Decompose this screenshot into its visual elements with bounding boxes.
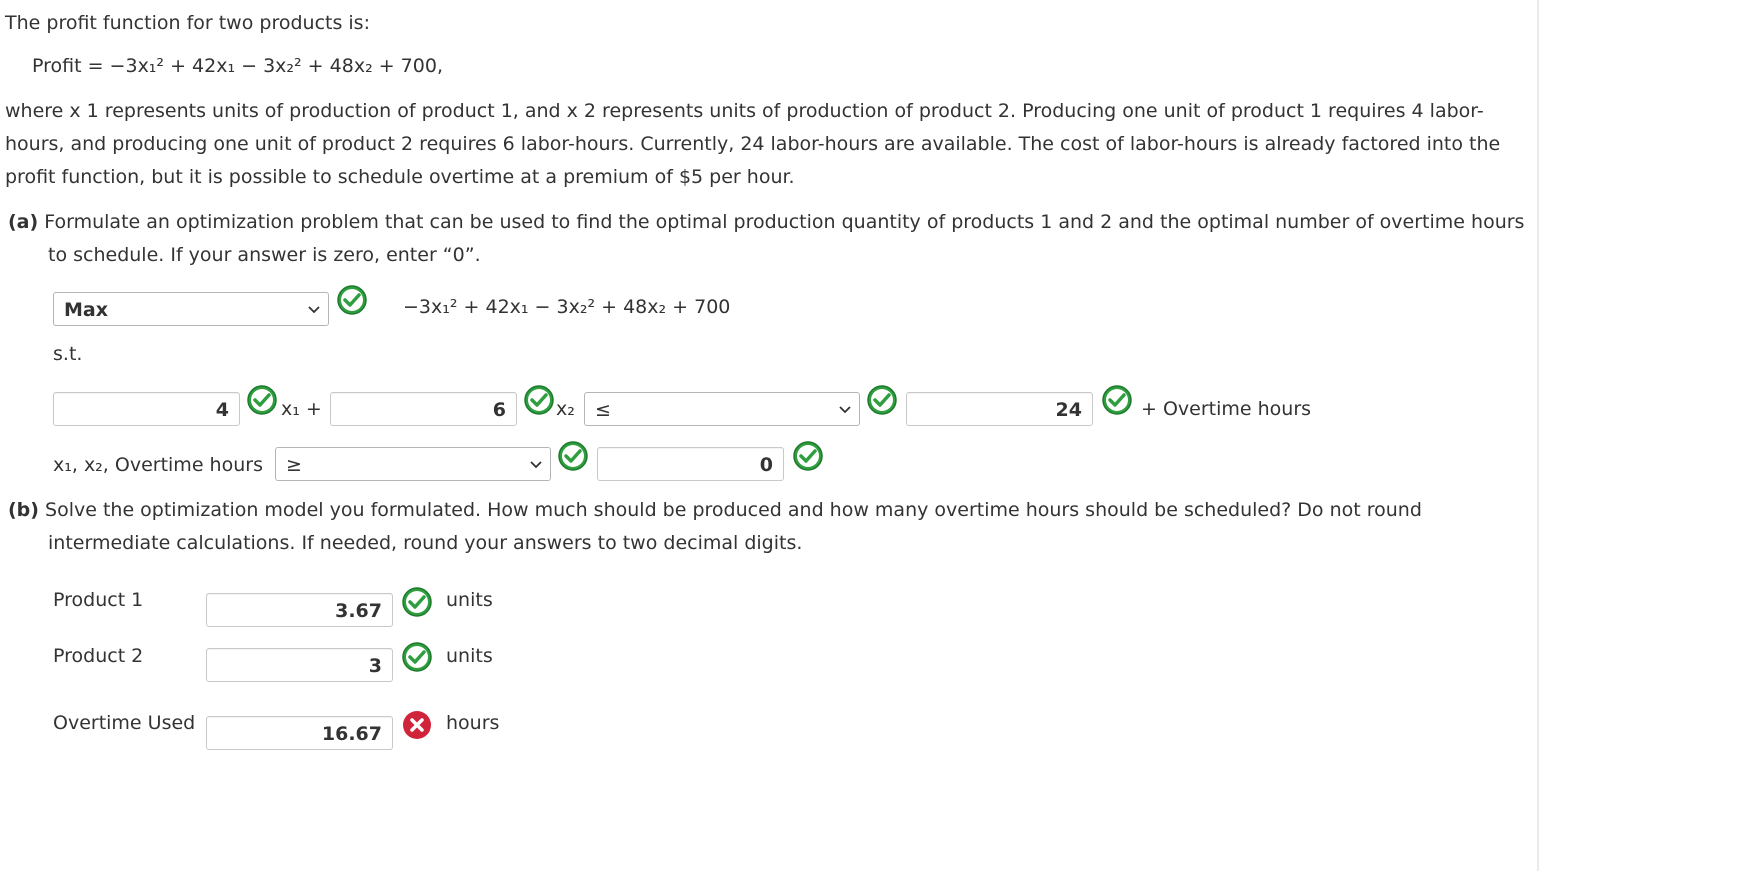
overtime-input[interactable]: 16.67 — [206, 716, 393, 750]
product2-label: Product 2 — [53, 645, 144, 667]
nonneg-rhs-input[interactable]: 0 — [597, 447, 784, 481]
product1-label: Product 1 — [53, 589, 144, 611]
nonneg-relation-select[interactable]: ≥ — [275, 447, 551, 481]
check-icon — [558, 441, 588, 471]
check-icon — [867, 385, 897, 415]
product2-value: 3 — [368, 655, 382, 677]
check-icon — [524, 385, 554, 415]
error-x-icon — [403, 711, 431, 739]
x2-label: x₂ — [556, 398, 575, 420]
st-label: s.t. — [53, 343, 83, 365]
check-icon — [402, 587, 432, 617]
product2-input[interactable]: 3 — [206, 648, 393, 682]
product2-unit: units — [446, 645, 493, 667]
nonneg-vars-label: x₁, x₂, Overtime hours — [53, 454, 263, 476]
right-divider — [1537, 0, 1539, 871]
coef-x1-input[interactable]: 4 — [53, 392, 240, 426]
overtime-label: Overtime Used — [53, 712, 196, 734]
check-icon — [1102, 385, 1132, 415]
part-b-text: Solve the optimization model you formula… — [45, 499, 1422, 554]
overtime-unit: hours — [446, 712, 500, 734]
objective-select[interactable]: Max — [53, 292, 329, 326]
objective-expression: −3x₁² + 42x₁ − 3x₂² + 48x₂ + 700 — [403, 296, 731, 318]
check-icon — [337, 285, 367, 315]
check-icon — [402, 642, 432, 672]
profit-equation: Profit = −3x₁² + 42x₁ − 3x₂² + 48x₂ + 70… — [32, 55, 443, 77]
product1-unit: units — [446, 589, 493, 611]
part-b-prompt: (b) Solve the optimization model you for… — [8, 494, 1538, 560]
intro-line: The profit function for two products is: — [5, 12, 370, 34]
part-b-tag: (b) — [8, 499, 39, 521]
constraint-rhs-value: 24 — [1055, 399, 1082, 421]
x1-plus-label: x₁ + — [281, 398, 322, 420]
overtime-value: 16.67 — [321, 723, 382, 745]
part-a-prompt: (a) Formulate an optimization problem th… — [8, 206, 1538, 272]
part-a-tag: (a) — [8, 211, 39, 233]
coef-x1-value: 4 — [215, 399, 229, 421]
coef-x2-value: 6 — [492, 399, 506, 421]
chevron-down-icon — [839, 406, 851, 414]
constraint-rhs-input[interactable]: 24 — [906, 392, 1093, 426]
overtime-suffix: + Overtime hours — [1141, 398, 1312, 420]
problem-description: where x 1 represents units of production… — [5, 100, 1501, 188]
part-a-text: Formulate an optimization problem that c… — [44, 211, 1525, 266]
chevron-down-icon — [308, 306, 320, 314]
product1-value: 3.67 — [335, 600, 382, 622]
chevron-down-icon — [530, 461, 542, 469]
product1-input[interactable]: 3.67 — [206, 593, 393, 627]
constraint-relation-value: ≤ — [595, 399, 611, 421]
objective-select-value: Max — [64, 299, 108, 321]
constraint-relation-select[interactable]: ≤ — [584, 392, 860, 426]
nonneg-relation-value: ≥ — [286, 454, 302, 476]
coef-x2-input[interactable]: 6 — [330, 392, 517, 426]
check-icon — [793, 441, 823, 471]
check-icon — [247, 385, 277, 415]
nonneg-rhs-value: 0 — [759, 454, 773, 476]
